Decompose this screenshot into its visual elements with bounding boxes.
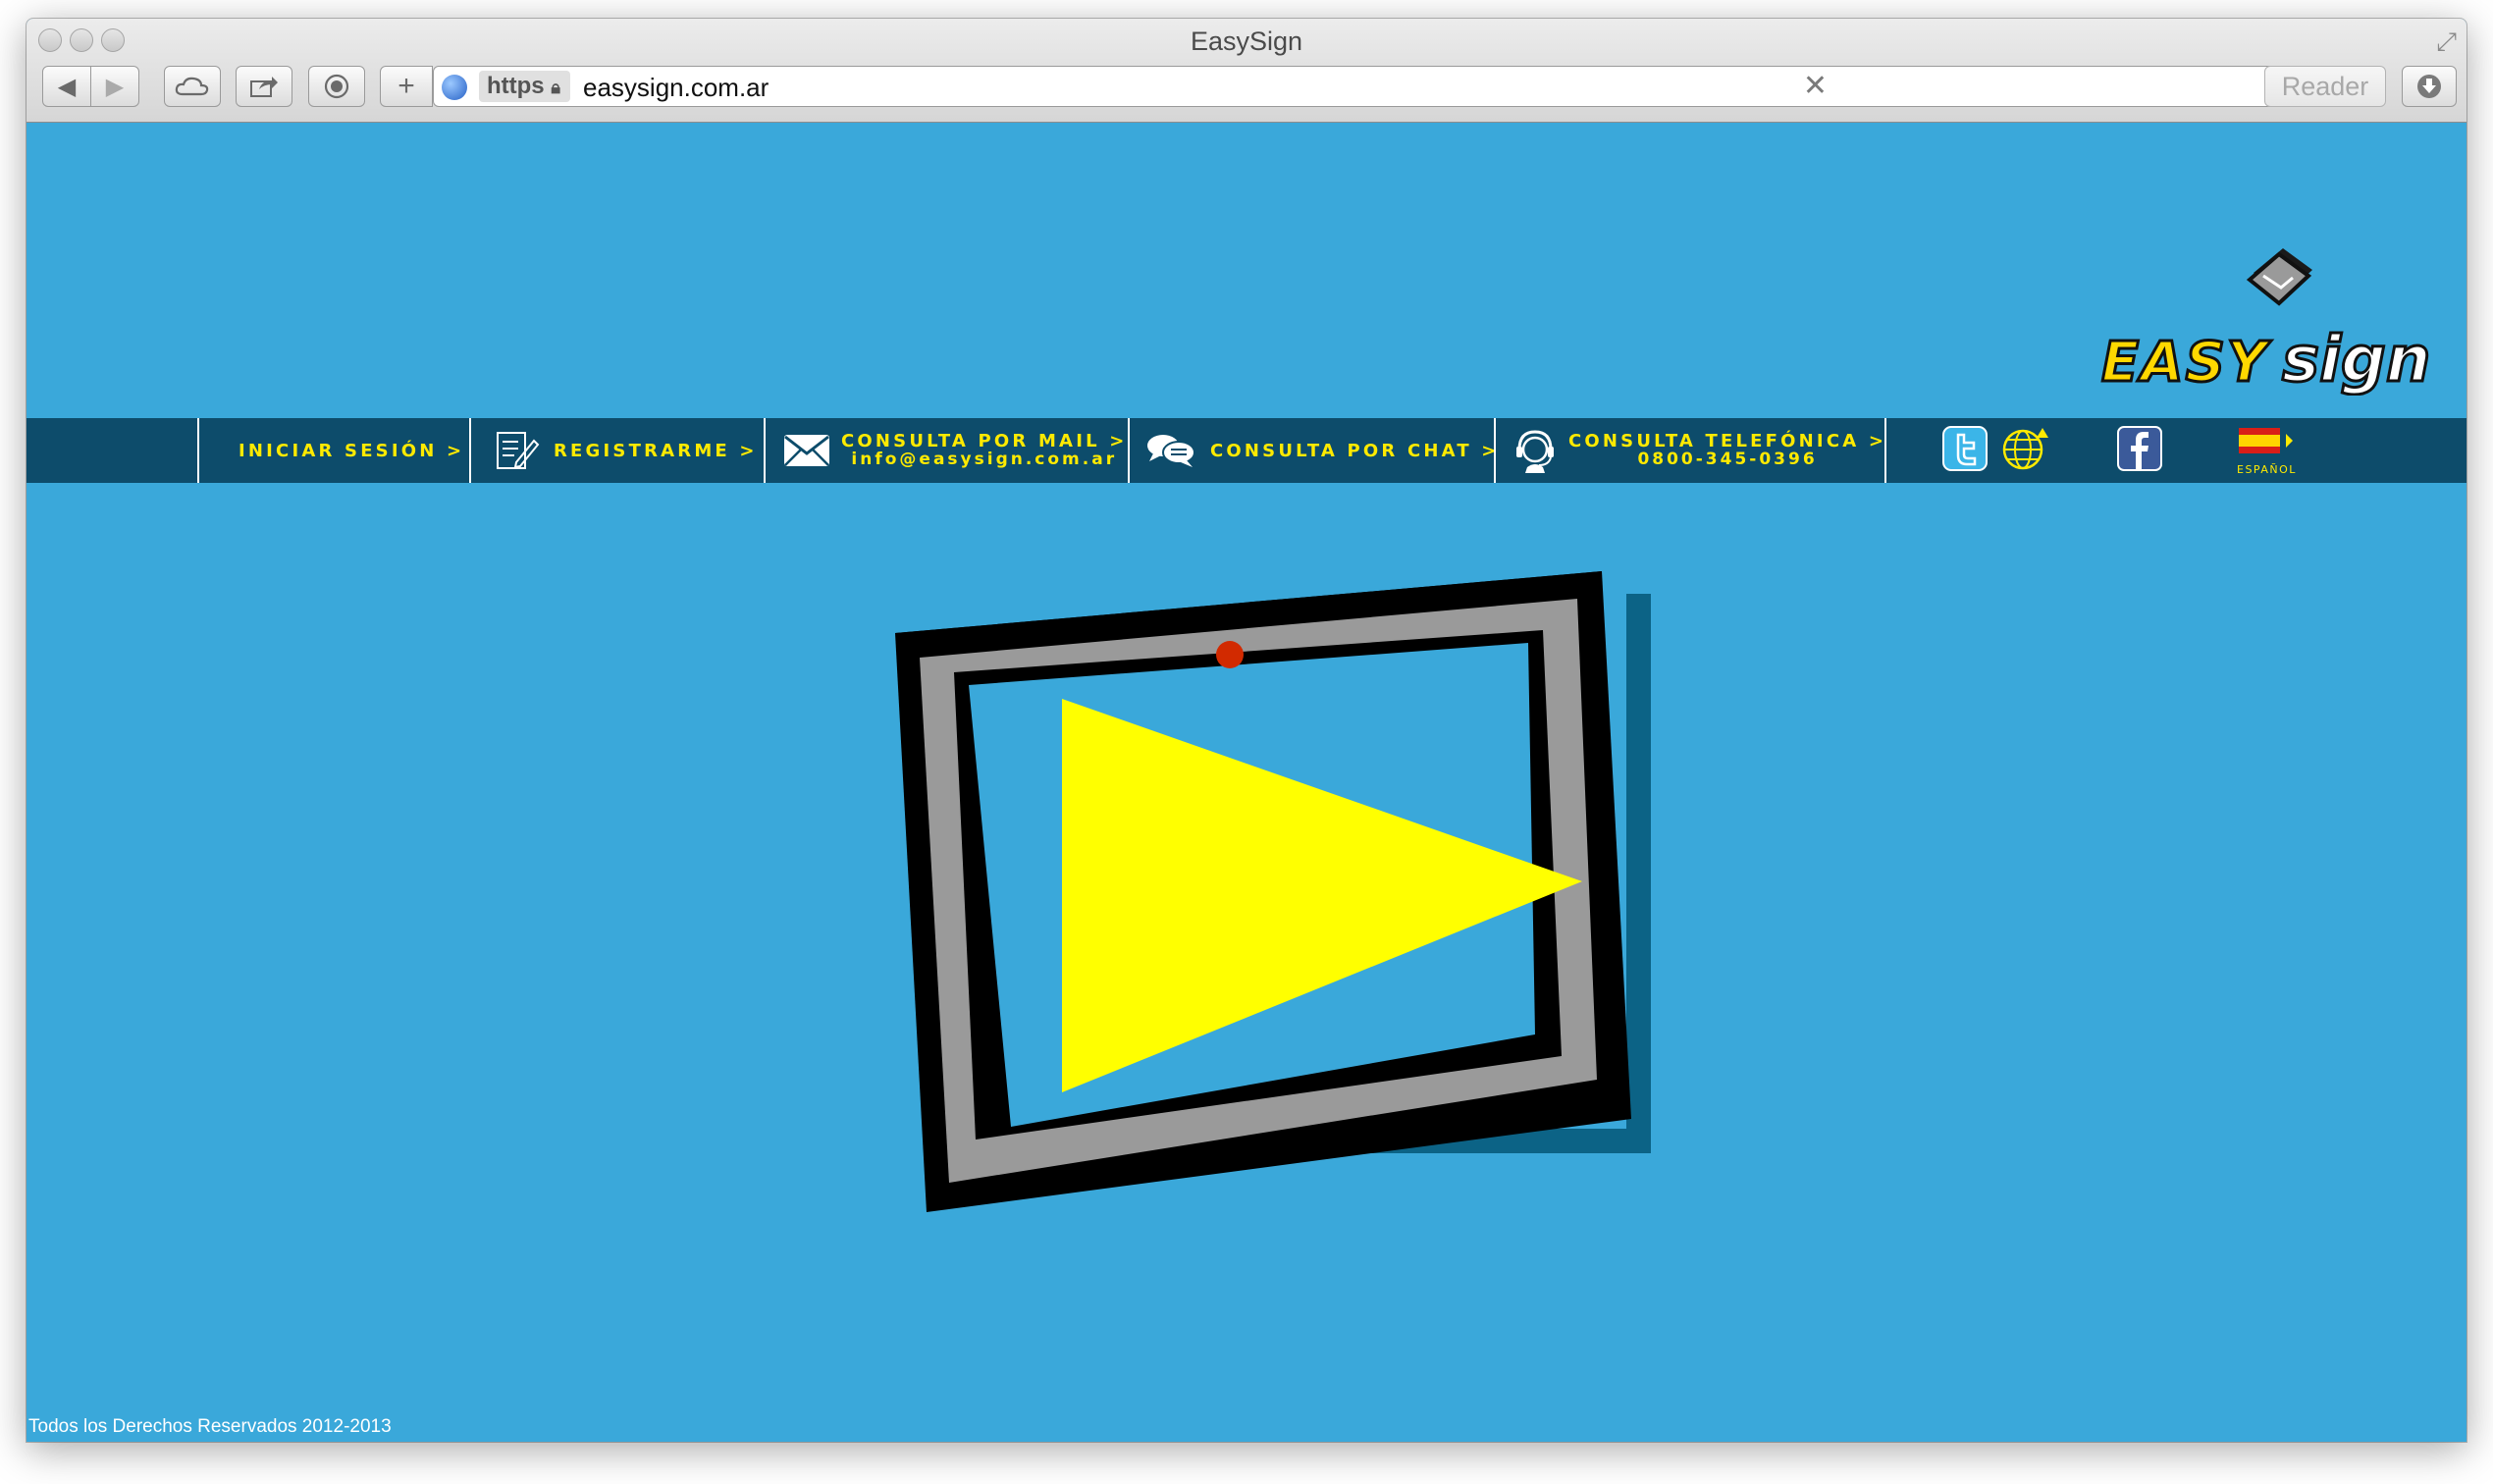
language-label: ESPAÑOL	[2237, 463, 2297, 476]
main-nav: INICIAR SESIÓN > REGISTRARME > CONSULTA …	[27, 418, 2466, 483]
nav-phone-text: CONSULTA TELEFÓNICA > 0800-345-0396	[1568, 432, 1886, 469]
url-scheme: https	[487, 73, 545, 99]
lock-icon: 🔒︎	[551, 78, 560, 97]
stop-button[interactable]	[308, 66, 365, 107]
nav-chat-label: CONSULTA POR CHAT >	[1210, 440, 1500, 461]
camera-dot-icon	[1216, 641, 1244, 668]
nav-chat[interactable]: CONSULTA POR CHAT >	[1145, 418, 1500, 483]
url-text: easysign.com.ar	[583, 73, 769, 102]
downloads-button[interactable]	[2402, 66, 2457, 107]
spain-flag-icon	[2239, 428, 2293, 453]
https-indicator: https 🔒︎	[479, 71, 570, 102]
nav-phone-label: CONSULTA TELEFÓNICA >	[1568, 431, 1887, 451]
mail-envelope-icon	[784, 435, 829, 466]
nav-mail-text: CONSULTA POR MAIL > info@easysign.com.ar	[841, 432, 1128, 469]
chat-bubbles-icon	[1147, 435, 1195, 467]
nav-divider	[469, 418, 471, 483]
reader-button[interactable]: Reader	[2264, 66, 2386, 107]
nav-register[interactable]: REGISTRARME >	[495, 418, 758, 483]
address-bar[interactable]: https 🔒︎ easysign.com.ar ✕	[433, 66, 2282, 107]
nav-divider	[1494, 418, 1496, 483]
add-bookmark-button[interactable]: +	[380, 66, 433, 107]
register-form-icon	[497, 432, 540, 469]
nav-divider	[1128, 418, 1130, 483]
nav-divider	[764, 418, 766, 483]
globe-web-icon[interactable]	[2001, 426, 2050, 471]
footer-copyright: Todos los Derechos Reservados 2012-2013	[28, 1416, 392, 1437]
globe-icon	[442, 75, 467, 100]
share-icon	[250, 77, 278, 97]
headset-operator-icon	[1516, 430, 1554, 473]
nav-divider	[1884, 418, 1886, 483]
share-button[interactable]	[236, 66, 292, 107]
facebook-icon[interactable]	[2117, 426, 2162, 471]
back-button[interactable]: ◀	[42, 66, 91, 107]
svg-text:sign: sign	[2282, 324, 2430, 396]
browser-toolbar: EasySign ⤢ ◀ ▶ + https 🔒︎ easysign.com.a…	[27, 19, 2466, 123]
nav-mail[interactable]: CONSULTA POR MAIL > info@easysign.com.ar	[782, 418, 1128, 483]
nav-mail-label: CONSULTA POR MAIL >	[841, 431, 1128, 451]
forward-button[interactable]: ▶	[90, 66, 139, 107]
stop-icon	[324, 74, 349, 99]
twitter-icon[interactable]	[1942, 426, 1988, 471]
icloud-tabs-button[interactable]	[164, 66, 221, 107]
clear-icon[interactable]: ✕	[1803, 69, 1828, 103]
downloads-icon	[2417, 75, 2441, 98]
browser-window: EasySign ⤢ ◀ ▶ + https 🔒︎ easysign.com.a…	[27, 19, 2466, 1442]
back-icon: ◀	[57, 73, 77, 100]
nav-phone[interactable]: CONSULTA TELEFÓNICA > 0800-345-0396	[1512, 418, 1886, 483]
icloud-tabs-icon	[175, 77, 209, 96]
nav-register-label: REGISTRARME >	[554, 440, 758, 461]
nav-phone-number: 0800-345-0396	[1637, 450, 1818, 469]
nav-divider	[197, 418, 199, 483]
video-play-graphic[interactable]	[866, 555, 1690, 1300]
page-content: EASY sign INICIAR SESIÓN > REGISTRARME >	[27, 123, 2466, 1442]
add-bookmark-icon: +	[398, 70, 415, 102]
nav-login-label: INICIAR SESIÓN >	[239, 440, 465, 461]
easysign-logo[interactable]: EASY sign	[2094, 238, 2457, 396]
fullscreen-icon[interactable]: ⤢	[2436, 26, 2457, 58]
svg-text:EASY: EASY	[2101, 331, 2272, 395]
window-title: EasySign	[1190, 26, 1303, 56]
forward-icon: ▶	[105, 73, 125, 100]
nav-mail-address: info@easysign.com.ar	[851, 450, 1118, 469]
nav-login[interactable]: INICIAR SESIÓN >	[239, 418, 464, 483]
